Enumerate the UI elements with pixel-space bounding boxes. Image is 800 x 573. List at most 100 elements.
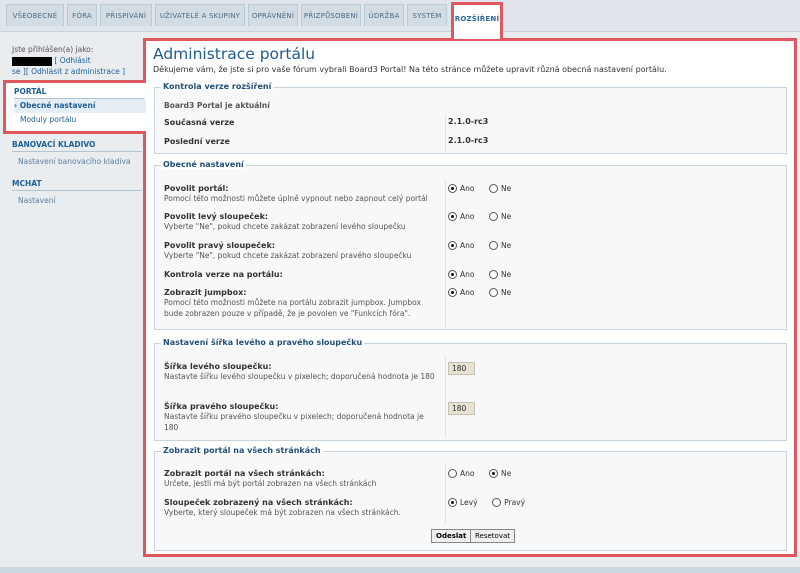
radio-no[interactable]: Ne: [489, 212, 511, 221]
fieldset-all-pages: Zobrazit portál na všech stránkách Zobra…: [154, 446, 787, 551]
sidebar-item-portal-modules[interactable]: Moduly portálu: [20, 113, 146, 127]
sidebar-item-label: Obecné nastavení: [19, 101, 96, 110]
fieldset-legend: Nastavení šířka levého a pravého sloupeč…: [161, 338, 365, 347]
radio-label: Ano: [460, 241, 475, 250]
radio-unchecked-icon: [492, 498, 502, 507]
setting-row-left-column: Povolit levý sloupeček: Vyberte "Ne", pok…: [155, 208, 786, 237]
setting-row-right-column: Povolit pravý sloupeček: Vyberte "Ne", po…: [155, 237, 786, 266]
radio-label: Levý: [460, 498, 478, 507]
latest-version-label: Poslední verze: [164, 137, 230, 146]
radio-left[interactable]: Levý: [448, 498, 478, 507]
fieldset-legend: Kontrola verze rozšíření: [161, 82, 274, 91]
radio-yes[interactable]: Ano: [448, 288, 474, 297]
setting-description: Vyberte "Ne", pokud chcete zakázat zobra…: [164, 222, 406, 231]
setting-label: Zobrazit jumpbox:: [164, 288, 247, 297]
latest-version-row: Poslední verze 2.1.0-rc3: [155, 132, 786, 152]
setting-description: Pomocí této možnosti můžete na portálu z…: [164, 298, 421, 318]
radio-unchecked-icon: [489, 288, 499, 297]
tab-opravneni[interactable]: OPRÁVNĚNÍ: [248, 4, 298, 26]
logout-admin-link[interactable]: se ][ Odhlásit z administrace ]: [12, 66, 142, 77]
setting-description: Vyberte, který sloupeček má být zobrazen…: [164, 508, 401, 517]
latest-version-value: 2.1.0-rc3: [448, 136, 489, 145]
sidebar-item-banhammer-settings[interactable]: Nastavení banovacího kladiva: [18, 155, 142, 169]
radio-no[interactable]: Ne: [489, 469, 511, 478]
page-intro: Děkujeme vám, že jste si pro vaše fórum …: [153, 65, 667, 74]
radio-checked-icon: [489, 469, 499, 478]
radio-yes[interactable]: Ano: [448, 469, 474, 478]
tab-fora[interactable]: FÓRA: [67, 4, 97, 26]
logout-link[interactable]: [ Odhlásit: [54, 56, 90, 65]
radio-label: Ano: [460, 288, 475, 297]
setting-label: Povolit pravý sloupeček:: [164, 241, 275, 250]
footer-bar: [0, 567, 800, 573]
tab-system[interactable]: SYSTÉM: [407, 4, 447, 26]
setting-label: Povolit levý sloupeček:: [164, 212, 269, 221]
radio-label: Ne: [501, 212, 512, 221]
sidebar-item-general-settings[interactable]: › Obecné nastavení: [14, 99, 146, 113]
radio-checked-icon: [448, 288, 457, 297]
radio-checked-icon: [448, 498, 457, 507]
radio-label: Ano: [460, 212, 475, 221]
radio-no[interactable]: Ne: [489, 270, 511, 279]
setting-label: Sloupeček zobrazený na všech stránkách:: [164, 498, 353, 507]
fieldset-legend: Zobrazit portál na všech stránkách: [161, 446, 323, 455]
top-tab-bar: VŠEOBECNÉ FÓRA PŘISPÍVÁNÍ UŽIVATELÉ A SK…: [0, 0, 800, 39]
radio-checked-icon: [448, 241, 457, 250]
page-title: Administrace portálu: [153, 45, 316, 63]
setting-row-left-width: Šířka levého sloupečku: Nastavte šířku le…: [155, 356, 786, 396]
radio-no[interactable]: Ne: [489, 288, 511, 297]
setting-description: Pomocí této možnosti můžete úplně vypnou…: [164, 194, 428, 203]
radio-yes[interactable]: Ano: [448, 212, 474, 221]
tab-prizpusobeni[interactable]: PŘIZPŮSOBENÍ: [301, 4, 361, 26]
radio-label: Ano: [460, 184, 475, 193]
tab-uzivatele[interactable]: UŽIVATELÉ A SKUPINY: [155, 4, 245, 26]
main-panel: Administrace portálu Děkujeme vám, že js…: [143, 38, 797, 557]
setting-label: Šířka levého sloupečku:: [164, 362, 272, 371]
sidebar-item-mchat-settings[interactable]: Nastavení: [18, 194, 142, 208]
setting-row-enable-portal: Povolit portál: Pomocí této možnosti může…: [155, 180, 786, 208]
redacted-username: [12, 56, 52, 66]
setting-label: Zobrazit portál na všech stránkách:: [164, 469, 325, 478]
setting-label: Šířka pravého sloupečku:: [164, 402, 279, 411]
tab-prispivani[interactable]: PŘISPÍVÁNÍ: [100, 4, 152, 26]
radio-yes[interactable]: Ano: [448, 241, 474, 250]
version-status: Board3 Portal je aktuální: [164, 101, 270, 110]
radio-label: Ano: [460, 270, 475, 279]
sidebar-banhammer-section: BANOVACÍ KLADIVO Nastavení banovacího kl…: [12, 140, 142, 169]
radio-label: Ne: [501, 270, 512, 279]
sidebar-heading-banhammer: BANOVACÍ KLADIVO: [12, 140, 142, 152]
radio-yes[interactable]: Ano: [448, 184, 474, 193]
setting-row-right-width: Šířka pravého sloupečku: Nastavte šířku p…: [155, 396, 786, 438]
fieldset-legend: Obecné nastavení: [161, 160, 246, 169]
right-width-input[interactable]: [448, 402, 475, 415]
setting-label: Kontrola verze na portálu:: [164, 270, 283, 279]
radio-unchecked-icon: [489, 241, 499, 250]
submit-button[interactable]: Odeslat: [431, 529, 472, 543]
current-version-value: 2.1.0-rc3: [448, 117, 489, 126]
setting-row-jumpbox: Zobrazit jumpbox: Pomocí této možnosti mů…: [155, 284, 786, 328]
left-width-input[interactable]: [448, 362, 475, 375]
radio-right[interactable]: Pravý: [492, 498, 525, 507]
current-version-label: Současná verze: [164, 118, 235, 127]
tab-rozsireni[interactable]: ROZŠÍŘENÍ: [451, 2, 503, 39]
sidebar-portal-section: PORTÁL › Obecné nastavení Moduly portálu: [3, 80, 146, 134]
login-info: Jste přihlášen(a) jako: [ Odhlásit se ][…: [12, 44, 142, 77]
setting-row-show-all-pages: Zobrazit portál na všech stránkách: Určet…: [155, 464, 786, 494]
logged-as-label: Jste přihlášen(a) jako:: [12, 45, 94, 54]
radio-yes[interactable]: Ano: [448, 270, 474, 279]
setting-description: Nastavte šířku levého sloupečku v pixele…: [164, 372, 435, 381]
radio-label: Ne: [501, 184, 512, 193]
radio-no[interactable]: Ne: [489, 241, 511, 250]
radio-no[interactable]: Ne: [489, 184, 511, 193]
radio-label: Ne: [501, 288, 512, 297]
setting-description: Nastavte šířku pravého sloupečku v pixel…: [164, 412, 424, 432]
tab-udrzba[interactable]: ÚDRŽBA: [364, 4, 404, 26]
radio-checked-icon: [448, 184, 457, 193]
radio-label: Ne: [501, 469, 512, 478]
current-version-row: Současná verze 2.1.0-rc3: [155, 114, 786, 132]
reset-button[interactable]: Resetovat: [470, 529, 516, 543]
tab-vseobecne[interactable]: VŠEOBECNÉ: [6, 4, 64, 26]
sidebar-heading-mchat: MCHAT: [12, 179, 142, 191]
radio-unchecked-icon: [448, 469, 457, 478]
fieldset-general-settings: Obecné nastavení Povolit portál: Pomocí t…: [154, 160, 787, 330]
